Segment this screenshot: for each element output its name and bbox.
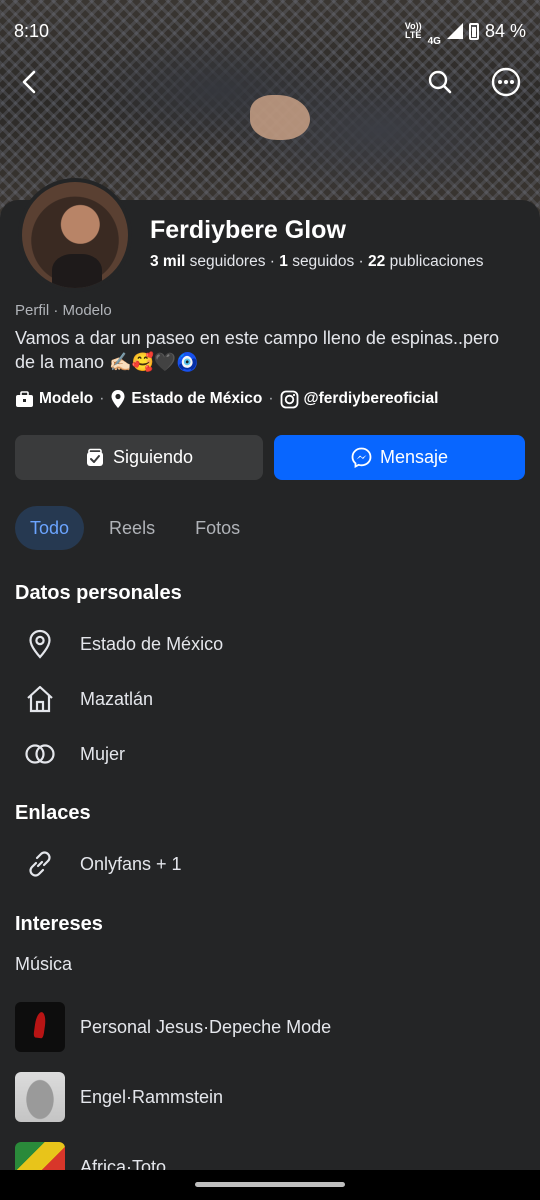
music-item-1[interactable]: Personal Jesus·Depeche Mode — [15, 1002, 331, 1052]
info-location: Estado de México — [131, 390, 263, 407]
personal-gender-label: Mujer — [80, 743, 126, 764]
status-time: 8:10 — [14, 20, 50, 41]
search-button[interactable] — [420, 62, 460, 102]
signal-icon — [446, 23, 463, 39]
posts-label: publicaciones — [389, 253, 484, 270]
personal-item-hometown[interactable]: Mazatlán — [15, 679, 153, 719]
personal-location-label: Estado de México — [80, 633, 224, 654]
following-label[interactable]: seguidos — [292, 253, 354, 270]
profile-avatar[interactable] — [18, 178, 132, 292]
profile-stats: 3 mil seguidores · 1 seguidos · 22 publi… — [150, 253, 484, 270]
back-button[interactable] — [10, 62, 50, 102]
followers-label[interactable]: seguidores — [190, 253, 266, 270]
info-instagram[interactable]: @ferdiybereoficial — [304, 390, 439, 408]
profile-info-row: Modelo · Estado de México · @ferdiybereo… — [15, 388, 438, 410]
music-item-label: Engel·Rammstein — [80, 1086, 224, 1107]
info-role: Modelo — [39, 390, 94, 407]
personal-item-gender[interactable]: Mujer — [15, 734, 125, 774]
posts-count: 22 — [368, 253, 386, 270]
bio-line-1: Vamos a dar un paseo en este campo lleno… — [15, 328, 499, 348]
personal-hometown-label: Mazatlán — [80, 688, 154, 709]
message-button[interactable]: Mensaje — [274, 435, 525, 480]
status-bar: 8:10 Vo)) LTE 4G 84 % — [0, 0, 540, 62]
avatar-image — [22, 182, 128, 288]
search-icon — [428, 70, 452, 94]
music-subhead: Música — [15, 954, 73, 974]
cover-photo-detail — [250, 95, 310, 140]
home-icon — [27, 685, 53, 713]
profile-name: Ferdiybere Glow — [150, 216, 346, 244]
link-item[interactable]: Onlyfans + 1 — [15, 844, 182, 884]
battery-icon — [468, 22, 479, 40]
link-icon — [29, 851, 51, 877]
album-cover-thumbnail — [15, 1072, 65, 1122]
home-gesture-handle[interactable] — [195, 1182, 345, 1187]
messenger-icon — [351, 447, 372, 468]
profile-bio: Vamos a dar un paseo en este campo lleno… — [15, 326, 530, 374]
link-label: Onlyfans + 1 — [80, 853, 182, 874]
gender-icon — [25, 744, 55, 764]
following-check-icon — [86, 448, 103, 466]
message-button-label: Mensaje — [379, 447, 449, 467]
following-button-label: Siguiendo — [112, 447, 194, 467]
briefcase-icon — [16, 390, 33, 407]
system-navigation-bar — [0, 1170, 540, 1200]
music-item-2[interactable]: Engel·Rammstein — [15, 1072, 223, 1122]
battery-level: 84 % — [484, 20, 526, 41]
location-pin-icon — [29, 629, 51, 659]
followers-count[interactable]: 3 mil — [150, 253, 185, 270]
more-icon — [491, 67, 521, 97]
following-button[interactable]: Siguiendo — [15, 435, 263, 480]
bio-line-2: de la mano ✍🏻🥰🖤🧿 — [15, 352, 199, 372]
interests-title: Intereses — [15, 913, 103, 935]
music-item-label: Personal Jesus·Depeche Mode — [80, 1016, 332, 1037]
personal-item-location[interactable]: Estado de México — [15, 624, 223, 664]
network-type: 4G — [427, 35, 441, 47]
album-cover-thumbnail — [15, 1002, 65, 1052]
back-arrow-icon — [22, 70, 36, 94]
tab-todo[interactable]: Todo — [15, 506, 85, 550]
status-indicators: Vo)) LTE 4G 84 % — [405, 16, 526, 47]
links-title: Enlaces — [15, 802, 91, 824]
profile-tabs: Todo Reels Fotos — [15, 506, 255, 550]
volte-indicator: Vo)) LTE — [405, 22, 422, 40]
location-pin-icon — [111, 390, 125, 408]
more-options-button[interactable] — [486, 62, 526, 102]
tab-fotos[interactable]: Fotos — [180, 506, 255, 550]
volte-bottom: LTE — [405, 30, 422, 40]
personal-data-title: Datos personales — [15, 582, 182, 604]
following-count[interactable]: 1 — [279, 253, 288, 270]
tab-reels[interactable]: Reels — [94, 506, 170, 550]
instagram-icon — [280, 390, 298, 408]
profile-category: Perfil · Modelo — [15, 302, 112, 319]
